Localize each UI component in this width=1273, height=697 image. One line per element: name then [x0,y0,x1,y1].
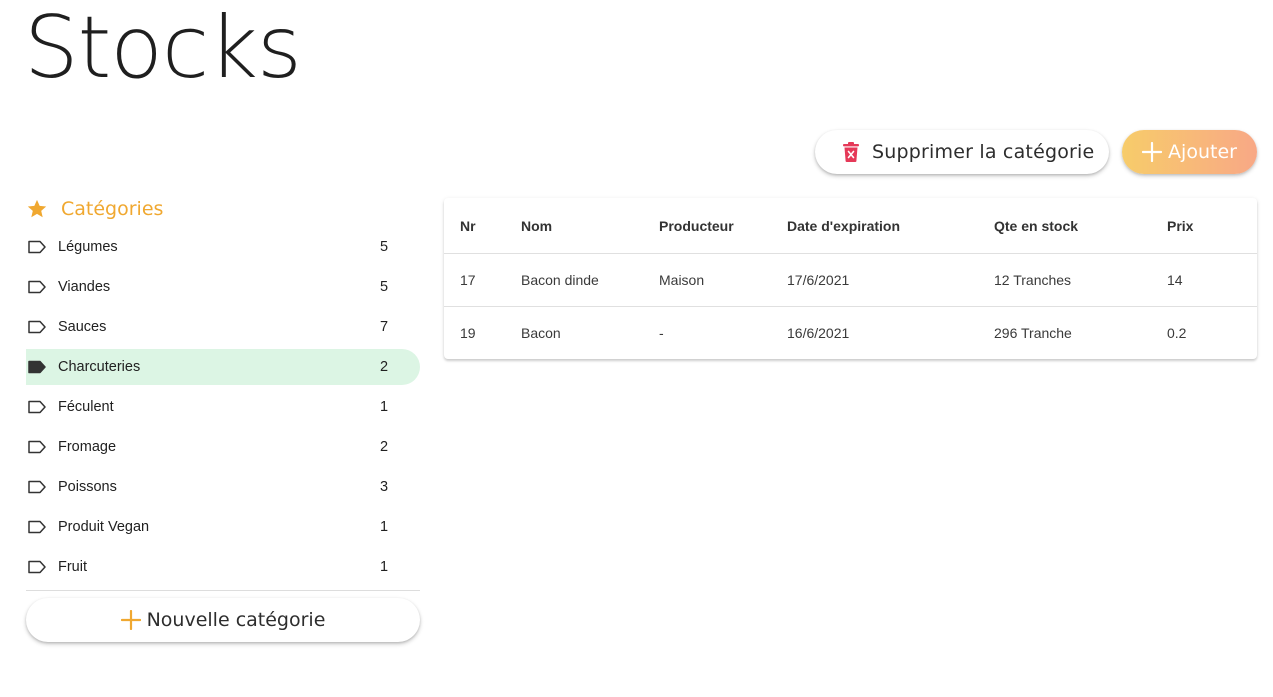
category-count: 7 [380,319,389,335]
table-cell: Bacon [521,325,561,341]
table-cell: Bacon dinde [521,253,659,307]
category-count: 5 [380,279,389,295]
trash-icon [843,142,859,162]
category-count: 5 [380,239,389,255]
page-title: Stocks [24,0,302,98]
category-count: 1 [380,559,389,575]
column-header[interactable]: Qte en stock [994,198,1167,254]
stock-table: Nr Nom Producteur Date d'expiration Qte en s… [444,198,1257,359]
sidebar-item-category[interactable]: Viandes 5 [26,267,420,307]
stock-table-card: Nr Nom Producteur Date d'expiration Qte en s… [444,198,1257,359]
add-label: Ajouter [1168,141,1237,163]
category-count: 1 [380,399,389,415]
category-name: Féculent [58,399,114,415]
add-button[interactable]: Ajouter [1122,130,1257,174]
category-count: 2 [380,439,389,455]
new-category-label: Nouvelle catégorie [146,609,326,631]
new-category-button[interactable]: Nouvelle catégorie [26,598,420,642]
table-cell: - [659,325,664,341]
column-header[interactable]: Producteur [659,198,787,254]
sidebar-item-category[interactable]: Produit Vegan 1 [26,507,420,547]
plus-icon [120,610,141,630]
label-outline-icon [28,400,46,414]
plus-icon [1142,142,1163,162]
sidebar-item-category[interactable]: Fromage 2 [26,427,420,467]
sidebar-divider [26,590,420,591]
label-outline-icon [28,520,46,534]
label-outline-icon [28,240,46,254]
categories-header: Catégories [26,198,163,220]
table-row[interactable]: 19 Bacon - 16/6/2021 296 Tranche 0.2 [444,307,1257,360]
star-icon [27,199,47,218]
column-header[interactable]: Nom [521,198,659,254]
sidebar-item-category[interactable]: Légumes 5 [26,227,420,267]
label-outline-icon [28,480,46,494]
delete-category-button[interactable]: Supprimer la catégorie [815,130,1109,174]
table-cell: 17 [444,253,521,307]
table-cell: 12 Tranches [994,253,1167,307]
sidebar-item-category[interactable]: Poissons 3 [26,467,420,507]
category-name: Fromage [58,439,117,455]
category-name: Fruit [58,559,87,575]
label-filled-icon [28,360,46,374]
category-list: Légumes 5 Viandes 5 Sauces 7 Charcuteries 2 Fécu… [26,227,420,587]
stocks-page: Stocks Supprimer la catégorie Ajouter Ca… [0,0,1273,697]
table-cell: 14 [1167,253,1257,307]
category-name: Légumes [58,239,118,255]
column-header[interactable]: Nr [444,198,521,254]
table-row[interactable]: 17 Bacon dinde Maison 17/6/2021 12 Tranches 1… [444,253,1257,307]
table-cell: 16/6/2021 [787,325,850,341]
category-name: Charcuteries [58,359,141,375]
table-cell: 0.2 [1167,325,1187,341]
category-name: Sauces [58,319,107,335]
sidebar-item-category[interactable]: Charcuteries 2 [26,349,420,385]
label-outline-icon [28,560,46,574]
sidebar-item-category[interactable]: Féculent 1 [26,387,420,427]
category-name: Viandes [58,279,111,295]
table-cell: 296 Tranche [994,325,1072,341]
table-cell: 17/6/2021 [787,253,994,307]
column-header[interactable]: Prix [1167,198,1257,254]
column-header[interactable]: Date d'expiration [787,198,994,254]
sidebar-item-category[interactable]: Fruit 1 [26,547,420,587]
table-header-row: Nr Nom Producteur Date d'expiration Qte en s… [444,198,1257,254]
category-count: 2 [380,359,389,375]
label-outline-icon [28,320,46,334]
sidebar-item-category[interactable]: Sauces 7 [26,307,420,347]
category-name: Produit Vegan [58,519,150,535]
category-count: 3 [380,479,389,495]
category-count: 1 [380,519,389,535]
category-name: Poissons [58,479,117,495]
label-outline-icon [28,280,46,294]
label-outline-icon [28,440,46,454]
table-cell: 19 [460,325,476,341]
table-cell: Maison [659,253,787,307]
delete-category-label: Supprimer la catégorie [872,141,1095,163]
categories-header-label: Catégories [61,198,164,220]
